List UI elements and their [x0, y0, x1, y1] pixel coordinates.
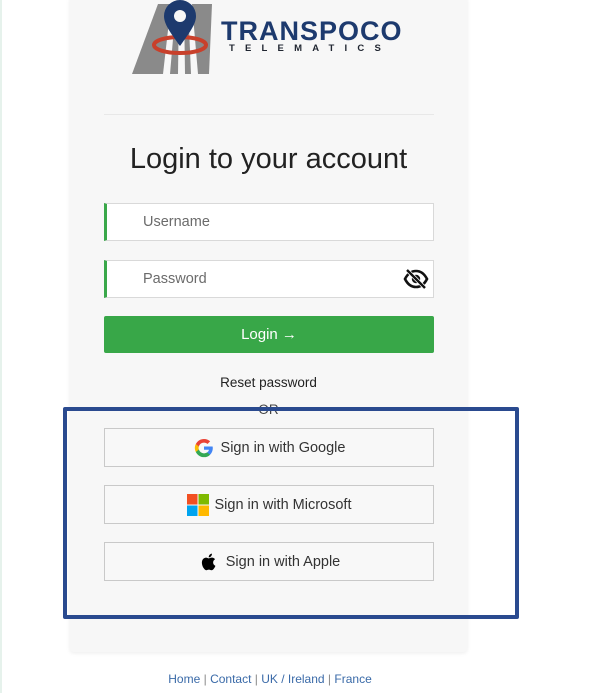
footer-links: Home | Contact | UK / Ireland | France: [0, 672, 540, 686]
logo-subtitle: TELEMATICS: [229, 43, 391, 54]
footer-link-contact[interactable]: Contact: [210, 672, 251, 686]
eye-slash-icon[interactable]: [403, 267, 429, 291]
username-field: [104, 203, 434, 241]
apple-icon: [201, 553, 216, 570]
google-signin-label: Sign in with Google: [220, 439, 346, 456]
logo-wordmark: TRANSPOCO: [221, 16, 403, 46]
login-page: TRANSPOCO TELEMATICS Login to your accou…: [0, 0, 590, 693]
password-input[interactable]: [143, 261, 393, 297]
username-input[interactable]: [143, 204, 393, 240]
footer-link-uk-ireland[interactable]: UK / Ireland: [261, 672, 324, 686]
apple-signin-button[interactable]: Sign in with Apple: [104, 542, 434, 581]
microsoft-signin-label: Sign in with Microsoft: [214, 496, 352, 513]
page-title: Login to your account: [129, 143, 408, 175]
footer-separator: |: [200, 672, 211, 686]
left-border-line: [0, 0, 2, 693]
microsoft-squares-icon: [186, 493, 209, 516]
microsoft-signin-button[interactable]: Sign in with Microsoft: [104, 485, 434, 524]
login-button[interactable]: Login →: [104, 316, 434, 353]
google-signin-button[interactable]: Sign in with Google: [104, 428, 434, 467]
footer-link-france[interactable]: France: [334, 672, 371, 686]
or-separator: OR: [258, 402, 279, 417]
reset-password-link[interactable]: Reset password: [70, 375, 467, 390]
footer-separator: |: [324, 672, 335, 686]
footer-separator: |: [251, 672, 262, 686]
apple-signin-label: Sign in with Apple: [225, 553, 341, 570]
header-divider: [104, 114, 434, 115]
transpoco-logo: TRANSPOCO TELEMATICS: [0, 0, 590, 80]
password-field: [104, 260, 434, 298]
footer-link-home[interactable]: Home: [168, 672, 200, 686]
google-g-icon: [194, 438, 213, 457]
